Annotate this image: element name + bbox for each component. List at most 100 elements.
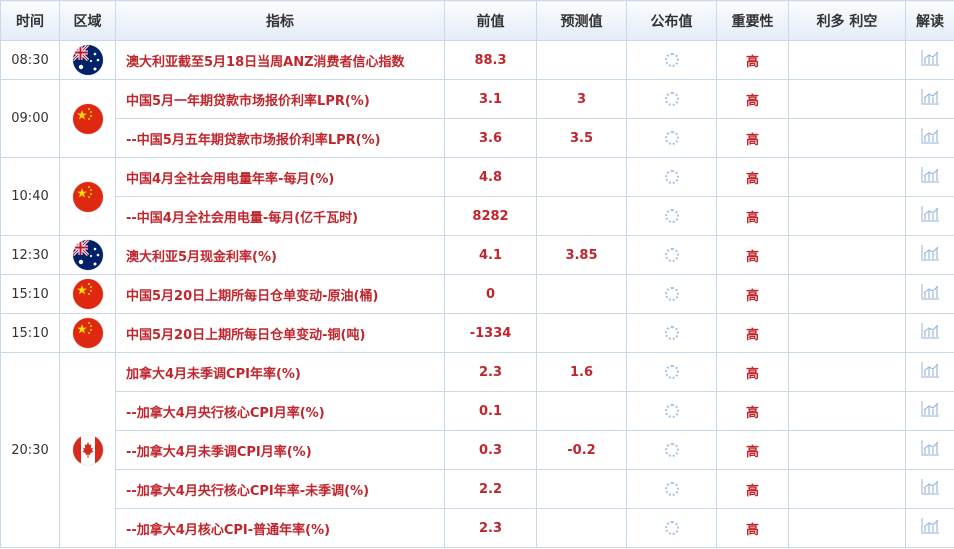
indicator-cell[interactable]: 中国5月一年期贷款市场报价利率LPR(%): [115, 79, 445, 119]
indicator-cell[interactable]: 中国4月全社会用电量年率-每月(%): [115, 157, 445, 197]
previous-cell: 4.8: [444, 157, 537, 197]
impact-cell: [788, 430, 906, 470]
analysis-cell[interactable]: [905, 118, 954, 158]
importance-cell: 高: [716, 352, 789, 392]
analysis-cell[interactable]: [905, 196, 954, 236]
chart-icon[interactable]: [920, 400, 940, 422]
importance-cell: 高: [716, 274, 789, 314]
table-row: 12:30 澳大利亚5月现金利率(%) 4.1 3.85 高: [0, 235, 954, 275]
analysis-cell[interactable]: [905, 430, 954, 470]
actual-cell: [626, 274, 717, 314]
actual-cell: [626, 157, 717, 197]
chart-icon[interactable]: [920, 244, 940, 266]
indicator-cell[interactable]: 中国5月20日上期所每日仓单变动-原油(桶): [115, 274, 445, 314]
forecast-cell: 1.6: [536, 352, 627, 392]
chart-icon[interactable]: [920, 517, 940, 539]
loading-spinner-icon: [664, 404, 679, 418]
table-row: 10:40 中国4月全社会用电量年率-每月(%) 4.8 高: [0, 157, 954, 236]
australia-flag-icon: [72, 240, 103, 270]
chart-icon[interactable]: [920, 127, 940, 149]
region-cell: [59, 235, 116, 275]
indicator-cell[interactable]: --加拿大4月核心CPI-普通年率(%): [115, 508, 445, 548]
previous-cell: 2.3: [444, 352, 537, 392]
forecast-cell: [536, 40, 627, 80]
chart-icon[interactable]: [920, 166, 940, 188]
impact-cell: [788, 352, 906, 392]
table-row: --加拿大4月央行核心CPI月率(%) 0.1 高: [1, 391, 954, 431]
indicator-cell[interactable]: 中国5月20日上期所每日仓单变动-铜(吨): [115, 313, 445, 353]
indicator-cell[interactable]: --中国5月五年期贷款市场报价利率LPR(%): [115, 118, 445, 158]
forecast-cell: [536, 196, 627, 236]
time-cell: 08:30: [0, 40, 60, 80]
analysis-cell[interactable]: [905, 469, 954, 509]
header-impact: 利多 利空: [788, 0, 906, 41]
china-flag-icon: [72, 181, 103, 212]
actual-cell: [626, 469, 717, 509]
header-analysis: 解读: [905, 0, 954, 41]
indicator-cell[interactable]: --中国4月全社会用电量-每月(亿千瓦时): [115, 196, 445, 236]
table-row: 15:10 中国5月20日上期所每日仓单变动-铜(吨) -1334 高: [0, 313, 954, 353]
previous-cell: -1334: [444, 313, 537, 353]
analysis-cell[interactable]: [905, 235, 954, 275]
region-cell: [59, 79, 116, 158]
china-flag-icon: [72, 318, 103, 348]
chart-icon[interactable]: [920, 283, 940, 305]
analysis-cell[interactable]: [905, 313, 954, 353]
importance-cell: 高: [716, 40, 789, 80]
loading-spinner-icon: [664, 365, 679, 379]
chart-icon[interactable]: [920, 322, 940, 344]
region-cell: [59, 157, 116, 236]
forecast-cell: [536, 313, 627, 353]
chart-icon[interactable]: [920, 439, 940, 461]
actual-cell: [626, 352, 717, 392]
china-flag-icon: [72, 103, 103, 134]
forecast-cell: [536, 508, 627, 548]
analysis-cell[interactable]: [905, 274, 954, 314]
importance-cell: 高: [716, 430, 789, 470]
table-row: --中国5月五年期贷款市场报价利率LPR(%) 3.6 3.5 高: [1, 118, 954, 158]
header-row: 时间 区域 指标 前值 预测值 公布值 重要性 利多 利空 解读: [0, 0, 954, 41]
chart-icon[interactable]: [920, 49, 940, 71]
indicator-cell[interactable]: 澳大利亚截至5月18日当周ANZ消费者信心指数: [115, 40, 445, 80]
previous-cell: 4.1: [444, 235, 537, 275]
forecast-cell: [536, 157, 627, 197]
forecast-cell: 3.5: [536, 118, 627, 158]
analysis-cell[interactable]: [905, 40, 954, 80]
importance-cell: 高: [716, 313, 789, 353]
analysis-cell[interactable]: [905, 508, 954, 548]
time-cell: 12:30: [0, 235, 60, 275]
loading-spinner-icon: [664, 521, 679, 535]
actual-cell: [626, 118, 717, 158]
previous-cell: 0: [444, 274, 537, 314]
impact-cell: [788, 391, 906, 431]
indicator-cell[interactable]: 澳大利亚5月现金利率(%): [115, 235, 445, 275]
chart-icon[interactable]: [920, 361, 940, 383]
indicator-cell[interactable]: --加拿大4月央行核心CPI月率(%): [115, 391, 445, 431]
impact-cell: [788, 40, 906, 80]
chart-icon[interactable]: [920, 205, 940, 227]
loading-spinner-icon: [664, 482, 679, 496]
actual-cell: [626, 391, 717, 431]
previous-cell: 3.6: [444, 118, 537, 158]
chart-icon[interactable]: [920, 88, 940, 110]
indicator-cell[interactable]: 加拿大4月未季调CPI年率(%): [115, 352, 445, 392]
impact-cell: [788, 235, 906, 275]
analysis-cell[interactable]: [905, 352, 954, 392]
impact-cell: [788, 274, 906, 314]
indicator-cell[interactable]: --加拿大4月未季调CPI月率(%): [115, 430, 445, 470]
indicator-cell[interactable]: --加拿大4月央行核心CPI年率-未季调(%): [115, 469, 445, 509]
time-cell: 15:10: [0, 313, 60, 353]
analysis-cell[interactable]: [905, 391, 954, 431]
loading-spinner-icon: [664, 248, 679, 262]
chart-icon[interactable]: [920, 478, 940, 500]
analysis-cell[interactable]: [905, 157, 954, 197]
previous-cell: 8282: [444, 196, 537, 236]
china-flag-icon: [72, 279, 103, 309]
header-time: 时间: [0, 0, 60, 41]
loading-spinner-icon: [664, 287, 679, 301]
analysis-cell[interactable]: [905, 79, 954, 119]
previous-cell: 3.1: [444, 79, 537, 119]
loading-spinner-icon: [664, 326, 679, 340]
impact-cell: [788, 508, 906, 548]
header-previous: 前值: [444, 0, 537, 41]
